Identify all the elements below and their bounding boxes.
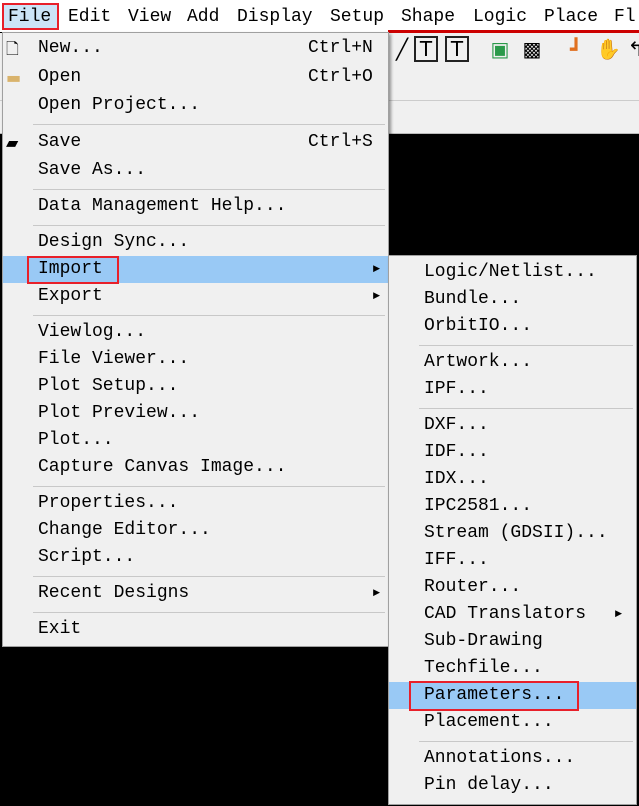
menu-item-cad-translators[interactable]: CAD Translators ▶ [389,601,636,628]
menu-logic[interactable]: Logic [473,4,527,30]
folder-icon: ▬ [6,68,22,87]
menu-item-techfile[interactable]: Techfile... [389,655,636,682]
menu-item-annotations[interactable]: Annotations... [389,745,636,772]
menu-item-export[interactable]: Export ▶ [3,283,388,310]
menu-item-plot-setup[interactable]: Plot Setup... [3,373,388,400]
menu-display[interactable]: Display [237,4,313,30]
separator [33,315,385,316]
menu-item-idx[interactable]: IDX... [389,466,636,493]
menu-item-design-sync[interactable]: Design Sync... [3,229,388,256]
menu-item-orbitio[interactable]: OrbitIO... [389,313,636,340]
menu-shape[interactable]: Shape [401,4,455,30]
menu-item-save[interactable]: ▰ Save Ctrl+S [3,129,388,156]
separator [33,576,385,577]
menu-item-save-as[interactable]: Save As... [3,157,388,184]
add-line-icon[interactable]: ╱ [390,36,414,62]
menu-item-sub-drawing[interactable]: Sub-Drawing [389,628,636,655]
menu-file[interactable]: File [8,4,51,30]
menu-item-router[interactable]: Router... [389,574,636,601]
move-hand-icon[interactable]: ✋ [596,36,621,62]
menu-item-ipc2581[interactable]: IPC2581... [389,493,636,520]
menu-item-plot[interactable]: Plot... [3,427,388,454]
new-file-icon: 🗋 [6,39,19,58]
menu-setup[interactable]: Setup [330,4,384,30]
separator [419,345,633,346]
menu-item-file-viewer[interactable]: File Viewer... [3,346,388,373]
menu-bar: File Edit View Add Display Setup Shape L… [0,0,639,32]
separator [33,124,385,125]
submenu-arrow-icon: ▶ [373,588,380,598]
select-component-icon[interactable]: ▩ [520,36,544,62]
parameters-callout [409,681,579,711]
menu-item-iff[interactable]: IFF... [389,547,636,574]
menu-item-artwork[interactable]: Artwork... [389,349,636,376]
menu-item-idf[interactable]: IDF... [389,439,636,466]
menu-add[interactable]: Add [187,4,219,30]
menu-view[interactable]: View [128,4,171,30]
menu-item-plot-preview[interactable]: Plot Preview... [3,400,388,427]
submenu-arrow-icon: ▶ [373,291,380,301]
menu-item-open-project[interactable]: Open Project... [3,92,388,119]
menu-item-placement[interactable]: Placement... [389,709,636,736]
route-icon[interactable]: ┛ [564,36,588,62]
menu-item-capture-canvas-image[interactable]: Capture Canvas Image... [3,454,388,481]
menu-item-logic-netlist[interactable]: Logic/Netlist... [389,259,636,286]
place-component-icon[interactable]: ▣ [488,36,512,62]
separator [33,189,385,190]
submenu-arrow-icon: ▶ [373,264,380,274]
edit-text-icon[interactable]: T [445,36,469,62]
menu-item-recent-designs[interactable]: Recent Designs ▶ [3,580,388,607]
menu-item-data-management-help[interactable]: Data Management Help... [3,193,388,220]
import-callout [27,256,119,284]
menu-place[interactable]: Place [544,4,598,30]
menu-item-bundle[interactable]: Bundle... [389,286,636,313]
file-menu: 🗋 New... Ctrl+N ▬ Open Ctrl+O Open Project..… [2,32,389,647]
menu-item-open[interactable]: ▬ Open Ctrl+O [3,64,388,91]
save-folder-icon: ▰ [6,133,19,152]
menu-item-ipf[interactable]: IPF... [389,376,636,403]
menu-item-pin-delay[interactable]: Pin delay... [389,772,636,799]
add-text-icon[interactable]: T [414,36,438,62]
menu-flow[interactable]: Fl [614,4,636,30]
import-submenu: Logic/Netlist... Bundle... OrbitIO... Ar… [388,255,637,805]
separator [419,408,633,409]
menu-item-dxf[interactable]: DXF... [389,412,636,439]
menu-item-properties[interactable]: Properties... [3,490,388,517]
separator [419,741,633,742]
menu-item-script[interactable]: Script... [3,544,388,571]
menu-edit[interactable]: Edit [68,4,111,30]
menu-item-viewlog[interactable]: Viewlog... [3,319,388,346]
separator [33,486,385,487]
menu-item-stream-gdsii[interactable]: Stream (GDSII)... [389,520,636,547]
separator [33,225,385,226]
menu-item-new[interactable]: 🗋 New... Ctrl+N [3,35,388,62]
undo-icon[interactable]: ↰ [624,36,639,62]
menu-item-change-editor[interactable]: Change Editor... [3,517,388,544]
submenu-arrow-icon: ▶ [615,609,622,619]
separator [33,612,385,613]
menu-item-exit[interactable]: Exit [3,616,388,643]
